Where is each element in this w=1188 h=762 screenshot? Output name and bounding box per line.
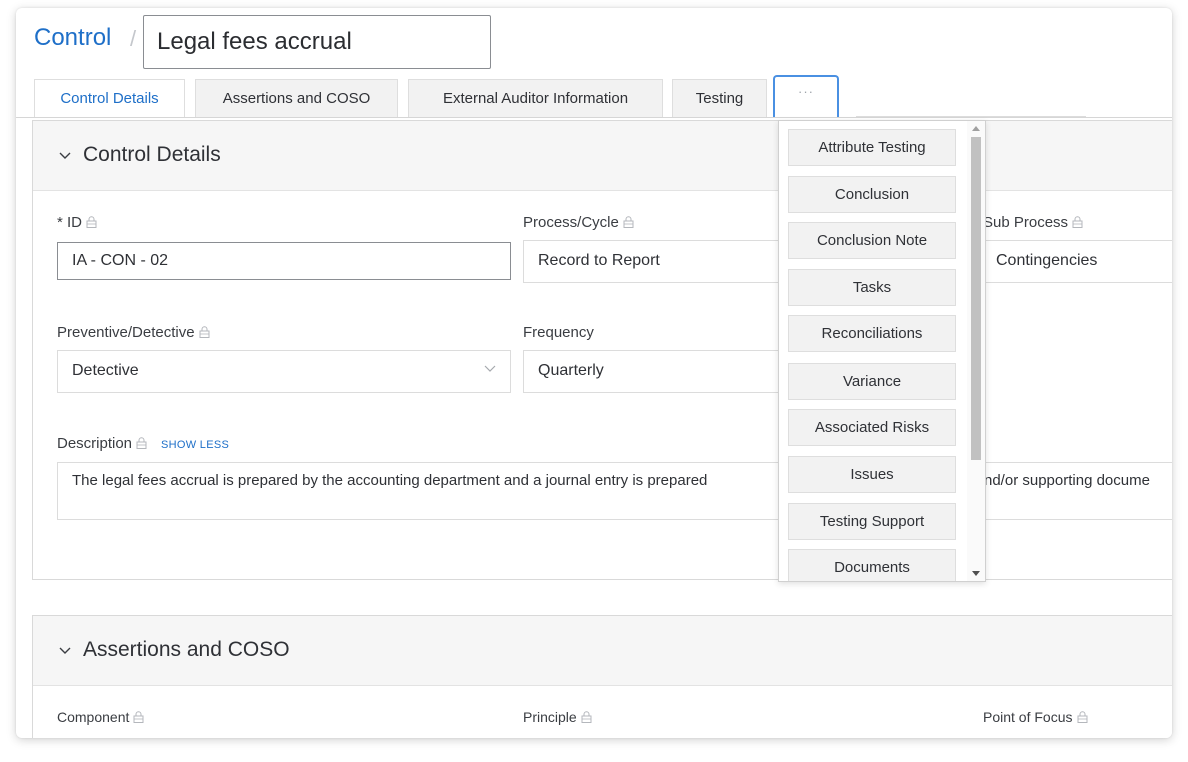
lock-icon bbox=[1072, 216, 1083, 228]
principle-label: Principle bbox=[523, 709, 592, 725]
sub-process-field[interactable]: Contingencies bbox=[981, 240, 1172, 283]
menu-item-variance[interactable]: Variance bbox=[788, 363, 956, 400]
assertions-coso-section: Assertions and COSO Component Principle … bbox=[32, 615, 1172, 738]
component-label-text: Component bbox=[57, 709, 130, 725]
breadcrumb-separator: / bbox=[130, 26, 137, 51]
description-text-overflow: nd/or supporting docume bbox=[984, 472, 1150, 489]
content-top-border bbox=[16, 117, 1172, 118]
assertions-coso-header[interactable]: Assertions and COSO bbox=[33, 616, 1172, 686]
tab-external-auditor[interactable]: External Auditor Information bbox=[408, 79, 663, 118]
scroll-down-arrow-icon[interactable] bbox=[972, 571, 980, 576]
menu-scroll-thumb[interactable] bbox=[971, 137, 981, 460]
description-field[interactable]: The legal fees accrual is prepared by th… bbox=[57, 462, 1172, 520]
control-details-title: Control Details bbox=[83, 143, 221, 166]
control-details-section: Control Details * ID IA - CON - 02 Proce… bbox=[32, 120, 1172, 580]
menu-item-reconciliations[interactable]: Reconciliations bbox=[788, 315, 956, 352]
menu-item-documents[interactable]: Documents bbox=[788, 549, 956, 581]
lock-icon bbox=[136, 437, 147, 449]
principle-label-text: Principle bbox=[523, 709, 577, 725]
tab-assertions-coso[interactable]: Assertions and COSO bbox=[195, 79, 398, 118]
preventive-detective-select[interactable]: Detective bbox=[57, 350, 511, 393]
process-cycle-label: Process/Cycle bbox=[523, 214, 634, 231]
menu-scrollbar[interactable] bbox=[967, 121, 985, 581]
menu-item-conclusion[interactable]: Conclusion bbox=[788, 176, 956, 213]
preventive-detective-label: Preventive/Detective bbox=[57, 324, 210, 341]
description-label-text: Description bbox=[57, 435, 133, 452]
menu-item-issues[interactable]: Issues bbox=[788, 456, 956, 493]
collapse-chevron-icon bbox=[59, 152, 71, 159]
menu-item-conclusion-note[interactable]: Conclusion Note bbox=[788, 222, 956, 259]
point-of-focus-label-text: Point of Focus bbox=[983, 709, 1073, 725]
description-text: The legal fees accrual is prepared by th… bbox=[72, 472, 708, 489]
menu-item-attribute-testing[interactable]: Attribute Testing bbox=[788, 129, 956, 166]
menu-item-tasks[interactable]: Tasks bbox=[788, 269, 956, 306]
more-tabs-button[interactable]: ··· bbox=[773, 75, 839, 118]
id-label: * ID bbox=[57, 214, 97, 231]
preventive-detective-value: Detective bbox=[72, 362, 139, 379]
more-tabs-menu: Attribute Testing Conclusion Conclusion … bbox=[778, 120, 986, 582]
process-cycle-label-text: Process/Cycle bbox=[523, 214, 619, 231]
sub-process-label-text: Sub Process bbox=[983, 214, 1069, 231]
show-less-link[interactable]: SHOW LESS bbox=[161, 439, 229, 451]
assertions-coso-title: Assertions and COSO bbox=[83, 638, 290, 661]
control-details-header[interactable]: Control Details bbox=[33, 121, 1172, 191]
lock-icon bbox=[133, 711, 144, 723]
sub-process-label: Sub Process bbox=[983, 214, 1083, 231]
scroll-up-arrow-icon[interactable] bbox=[972, 126, 980, 131]
id-label-text: * ID bbox=[57, 214, 83, 231]
control-card: Control / Legal fees accrual Control Det… bbox=[16, 8, 1172, 738]
tab-control-details[interactable]: Control Details bbox=[34, 79, 185, 118]
chevron-down-icon bbox=[484, 365, 496, 372]
preventive-detective-label-text: Preventive/Detective bbox=[57, 324, 195, 341]
point-of-focus-label: Point of Focus bbox=[983, 709, 1088, 725]
description-label: Description SHOW LESS bbox=[57, 435, 229, 452]
menu-item-testing-support[interactable]: Testing Support bbox=[788, 503, 956, 540]
control-title-input[interactable]: Legal fees accrual bbox=[143, 15, 491, 69]
lock-icon bbox=[581, 711, 592, 723]
component-label: Component bbox=[57, 709, 144, 725]
lock-icon bbox=[623, 216, 634, 228]
id-field[interactable]: IA - CON - 02 bbox=[57, 242, 511, 280]
frequency-field[interactable]: Quarterly bbox=[523, 350, 783, 393]
lock-icon bbox=[1077, 711, 1087, 723]
frequency-label: Frequency bbox=[523, 324, 594, 341]
tab-testing[interactable]: Testing bbox=[672, 79, 767, 118]
process-cycle-field[interactable]: Record to Report bbox=[523, 240, 783, 283]
lock-icon bbox=[86, 216, 97, 228]
breadcrumb-control-link[interactable]: Control bbox=[34, 24, 111, 52]
collapse-chevron-icon bbox=[59, 647, 71, 654]
lock-icon bbox=[199, 326, 210, 338]
menu-item-associated-risks[interactable]: Associated Risks bbox=[788, 409, 956, 446]
